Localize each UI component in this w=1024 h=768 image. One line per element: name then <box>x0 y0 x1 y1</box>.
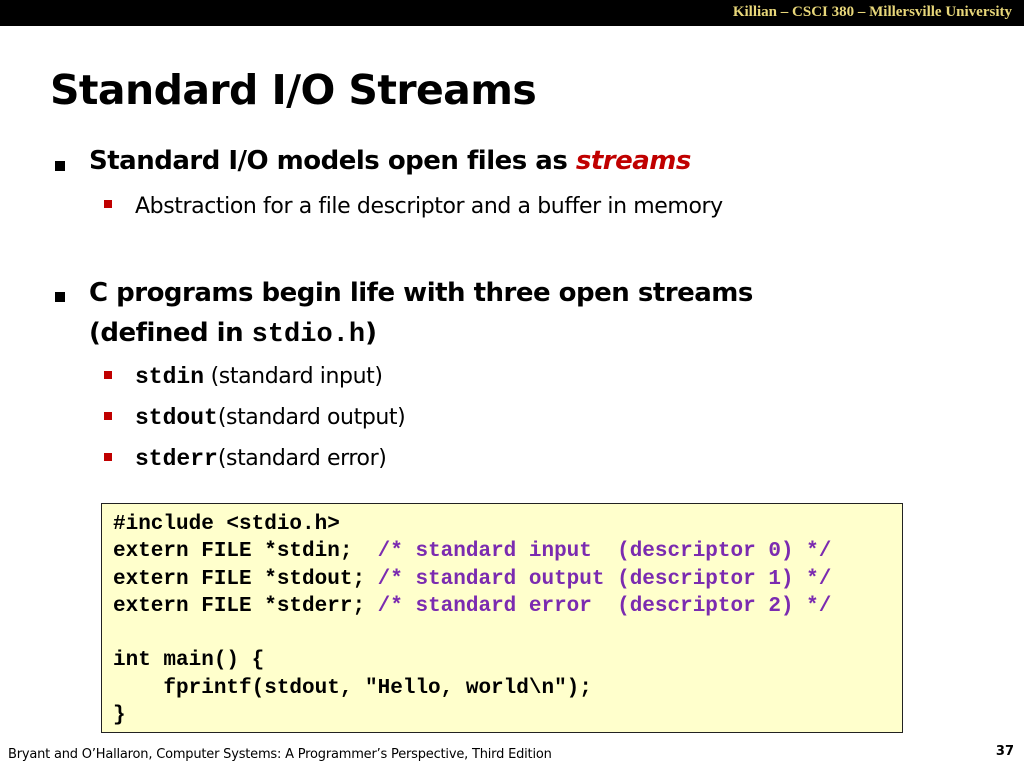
bullet-1-text: Standard I/O models open files as stream… <box>89 146 691 176</box>
code-comment: /* standard input (descriptor 0) */ <box>377 540 832 564</box>
code-line: extern FILE *stdout; /* standard output … <box>113 566 902 593</box>
streams-emphasis: streams <box>575 146 691 176</box>
code-line: } <box>113 702 902 729</box>
code-text: extern FILE *stdin; <box>113 540 378 564</box>
code-text: extern FILE *stderr; <box>113 594 378 618</box>
code-text: } <box>113 704 126 728</box>
code-block: #include <stdio.h> extern FILE *stdin; /… <box>101 503 903 733</box>
bullet-1-sub-1: Abstraction for a file descriptor and a … <box>135 194 723 219</box>
stream-item-stdin: stdin (standard input) <box>135 364 383 390</box>
code-comment: /* standard output (descriptor 1) */ <box>377 567 832 591</box>
stderr-code: stderr <box>135 446 218 472</box>
sub-bullet-marker <box>104 200 112 208</box>
code-line: extern FILE *stdin; /* standard input (d… <box>113 538 902 565</box>
stdin-desc: (standard input) <box>204 364 383 389</box>
sub-bullet-marker <box>104 453 112 461</box>
stdout-code: stdout <box>135 405 218 431</box>
bullet-2-line-2-after: ) <box>365 318 377 348</box>
bullet-marker <box>55 292 65 302</box>
stderr-desc: (standard error) <box>217 446 387 471</box>
code-line: #include <stdio.h> <box>113 511 902 538</box>
sub-bullet-marker <box>104 412 112 420</box>
page-number: 37 <box>995 744 1014 759</box>
stream-item-stderr: stderr(standard error) <box>135 446 387 472</box>
code-line: int main() { <box>113 647 902 674</box>
header-bar: Killian – CSCI 380 – Millersville Univer… <box>0 0 1024 26</box>
code-text: extern FILE *stdout; <box>113 567 378 591</box>
sub-bullet-marker <box>104 371 112 379</box>
code-line: extern FILE *stderr; /* standard error (… <box>113 593 902 620</box>
bullet-marker <box>55 161 65 171</box>
footer-citation: Bryant and O’Hallaron, Computer Systems:… <box>8 747 552 762</box>
stdio-h-code: stdio.h <box>251 320 366 350</box>
stream-item-stdout: stdout(standard output) <box>135 405 406 431</box>
code-text: #include <stdio.h> <box>113 513 340 536</box>
stdin-code: stdin <box>135 364 205 390</box>
bullet-1-label: Standard I/O models open files as <box>89 146 576 176</box>
bullet-2-line-1: C programs begin life with three open st… <box>89 278 753 308</box>
course-label: Killian – CSCI 380 – Millersville Univer… <box>732 4 1012 20</box>
code-comment: /* standard error (descriptor 2) */ <box>377 594 832 618</box>
code-line: fprintf(stdout, "Hello, world\n"); <box>113 675 902 702</box>
stdout-desc: (standard output) <box>217 405 406 430</box>
bullet-2-line-2-before: (defined in <box>89 318 252 348</box>
bullet-2-line-2: (defined in stdio.h) <box>89 318 377 350</box>
slide-title: Standard I/O Streams <box>50 66 537 114</box>
code-text: fprintf(stdout, "Hello, world\n"); <box>113 676 592 700</box>
code-text: int main() { <box>113 649 265 673</box>
